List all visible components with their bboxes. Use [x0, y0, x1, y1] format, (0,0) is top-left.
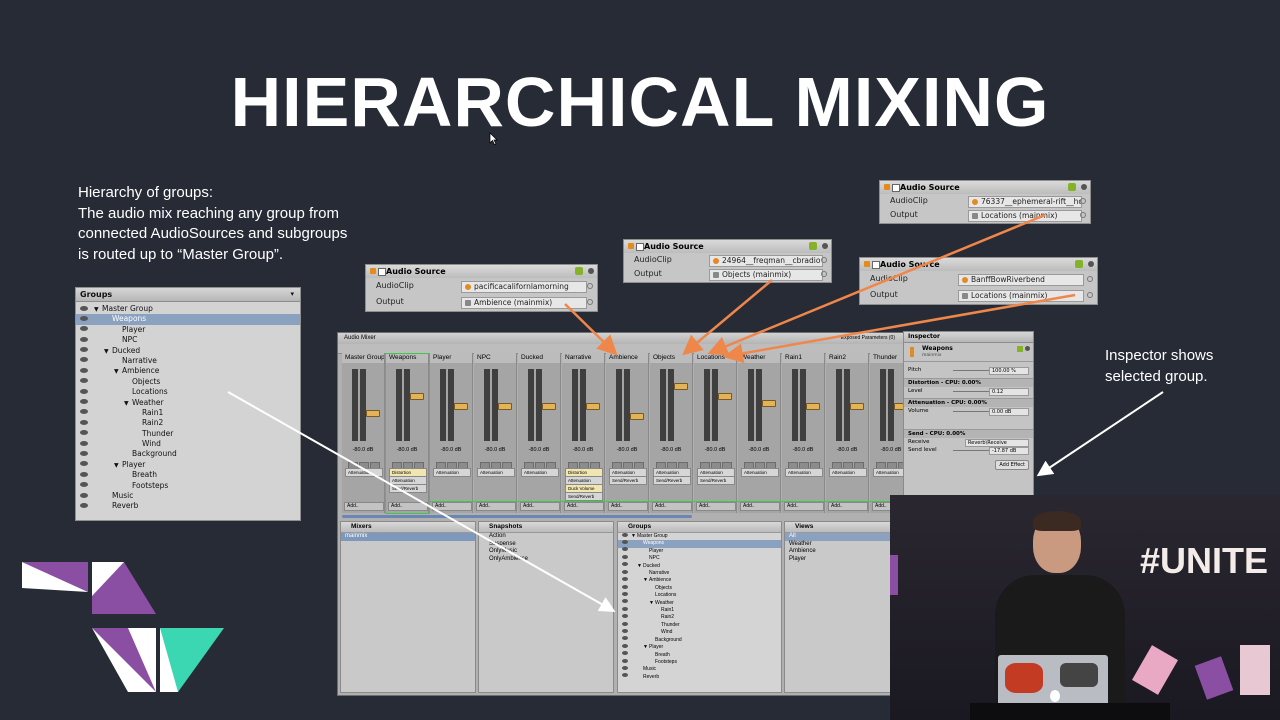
unite-logo-icon — [22, 562, 224, 692]
stage-decoration — [1240, 645, 1270, 695]
podium — [970, 703, 1170, 720]
stage-decoration — [890, 555, 898, 595]
hashtag-text: #UNITE — [1140, 540, 1269, 581]
speaker-hair — [1033, 511, 1081, 531]
routing-arrow — [564, 303, 618, 356]
apple-logo-icon — [1050, 690, 1060, 702]
routing-arrow — [707, 213, 1046, 356]
routing-arrow — [682, 279, 773, 356]
speaker-video-inset: #UNITE — [890, 495, 1280, 720]
pointer-arrow — [1036, 391, 1164, 477]
laptop-sticker — [1005, 663, 1043, 693]
laptop-sticker — [1060, 663, 1098, 687]
routing-arrow — [723, 293, 1076, 364]
pointer-arrow — [227, 391, 616, 612]
